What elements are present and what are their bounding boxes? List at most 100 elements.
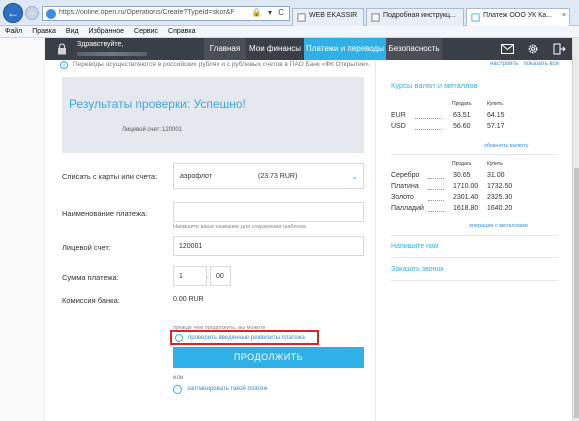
tab-label: Подробная инструкц... <box>383 12 456 19</box>
order-call-link[interactable]: Заказать звонок <box>391 266 443 273</box>
result-account-label: Лицевой счет: <box>122 127 162 133</box>
check-icon <box>175 334 183 342</box>
currency-sell: 64.15 <box>487 112 505 119</box>
continue-button[interactable]: ПРОДОЛЖИТЬ <box>173 347 364 368</box>
rates-sidebar: настроить показать все Курсы валют и мет… <box>375 60 572 421</box>
currency-buy-header: Продать <box>452 101 472 107</box>
dotted-leader <box>428 189 444 190</box>
currency-name: EUR <box>391 112 406 119</box>
scrollbar-thumb[interactable] <box>574 168 579 418</box>
metal-sell-header: Купить <box>487 161 503 167</box>
schedule-payment-link[interactable]: запланировать такой платеж <box>187 386 267 392</box>
divider <box>391 280 558 281</box>
tab-label: Платеж ООО УК Ка... <box>483 12 552 19</box>
nav-home[interactable]: Главная <box>204 38 246 60</box>
currency-buy: 56.60 <box>453 123 471 130</box>
configure-link[interactable]: настроить <box>490 61 518 67</box>
chevron-down-icon[interactable]: ⌄ <box>351 172 358 181</box>
amount-label: Сумма платежа: <box>62 273 119 282</box>
close-tab-icon[interactable]: × <box>562 12 566 19</box>
greeting-text: Здравствуйте, <box>77 41 124 48</box>
nav-security[interactable]: Безопасность <box>386 38 442 60</box>
check-details-link[interactable]: проверить введенные реквизиты платежа <box>170 330 319 345</box>
amount-rub-input[interactable]: 1 <box>173 266 207 286</box>
menu-favorites[interactable]: Избранное <box>84 27 129 36</box>
dotted-leader <box>428 200 444 201</box>
forward-button[interactable]: → <box>25 6 39 20</box>
tab-instruction[interactable]: Подробная инструкц... <box>366 8 464 26</box>
metal-name: Золото <box>391 194 414 201</box>
check-result-title: Результаты проверки: Успешно! <box>69 97 246 111</box>
payment-name-hint: Напишите ваше название для сохранения ша… <box>173 224 306 230</box>
nav-finances[interactable]: Мои финансы <box>246 38 304 60</box>
address-bar[interactable]: https://online.open.ru/Operations/Create… <box>42 6 290 21</box>
tab-label: WEB EKASSIR <box>309 12 358 19</box>
divider <box>391 257 558 258</box>
debit-account-balance: (23.73 RUR) <box>258 173 298 180</box>
payment-name-label: Наименование платежа: <box>62 209 148 218</box>
tab-web-ekassir[interactable]: WEB EKASSIR <box>292 8 364 26</box>
mail-icon[interactable] <box>494 38 520 60</box>
site-header: Здравствуйте, Главная Мои финансы Платеж… <box>45 38 572 60</box>
back-button[interactable]: ← <box>3 3 23 23</box>
rates-title: Курсы валют и металлов <box>391 81 478 90</box>
commission-value: 0.00 RUR <box>173 296 204 303</box>
metal-buy: 1710.00 <box>453 183 479 190</box>
debit-account-name: аэрофлот <box>180 173 212 180</box>
logout-icon[interactable] <box>546 38 572 60</box>
check-details-text[interactable]: проверить введенные реквизиты платежа <box>188 335 305 341</box>
account-label: Лицевой счет: <box>62 243 111 252</box>
dotted-leader <box>428 211 444 212</box>
payment-name-input[interactable] <box>173 202 364 222</box>
debit-account-select[interactable]: аэрофлот (23.73 RUR) ⌄ <box>173 163 364 189</box>
amount-kop-value: 00 <box>216 273 224 280</box>
or-text: или <box>173 375 184 381</box>
menu-file[interactable]: Файл <box>0 27 27 36</box>
greeting: Здравствуйте, <box>77 41 147 56</box>
account-input[interactable]: 120001 <box>173 236 364 256</box>
page-icon <box>471 13 480 22</box>
metal-operations-link[interactable]: операции с металлами <box>469 223 528 229</box>
metal-name: Серебро <box>391 172 420 179</box>
metal-sell: 1732.50 <box>487 183 513 190</box>
show-all-link[interactable]: показать все <box>523 61 559 67</box>
amount-kop-input[interactable]: 00 <box>210 266 231 286</box>
divider <box>391 235 558 236</box>
lock-icon <box>58 43 66 55</box>
metal-buy-header: Продать <box>452 161 472 167</box>
address-url[interactable]: https://online.open.ru/Operations/Create… <box>59 9 234 16</box>
header-icons <box>494 38 572 60</box>
calendar-icon <box>173 385 182 394</box>
metal-sell: 1640.20 <box>487 205 513 212</box>
currency-sell: 57.17 <box>487 123 505 130</box>
info-icon: i <box>60 61 68 69</box>
metal-buy: 2301.40 <box>453 194 479 201</box>
currency-name: USD <box>391 123 406 130</box>
menu-edit[interactable]: Правка <box>27 27 61 36</box>
gear-icon[interactable] <box>520 38 546 60</box>
menu-bar: Файл Правка Вид Избранное Сервис Справка <box>0 26 579 38</box>
metal-sell: 31.00 <box>487 172 505 179</box>
nav-payments[interactable]: Платежи и переводы <box>304 38 386 60</box>
main-nav: Главная Мои финансы Платежи и переводы Б… <box>204 38 442 60</box>
vertical-scrollbar[interactable] <box>572 38 579 421</box>
metal-sell: 2325.30 <box>487 194 513 201</box>
account-input-value: 120001 <box>179 243 203 250</box>
address-controls[interactable]: 🔒 ▾ C <box>252 8 286 17</box>
menu-tools[interactable]: Сервис <box>129 27 163 36</box>
menu-help[interactable]: Справка <box>163 27 200 36</box>
result-account-value: 120001 <box>162 127 183 133</box>
amount-rub-value: 1 <box>179 273 183 280</box>
write-us-link[interactable]: Напишите нам <box>391 243 439 250</box>
page-content: i Переводы осуществляются в российских р… <box>45 60 572 421</box>
debit-account-label: Списать с карты или счета: <box>62 172 158 181</box>
menu-view[interactable]: Вид <box>61 27 84 36</box>
amount-separator: . <box>207 273 209 280</box>
user-name-redacted <box>77 52 147 56</box>
tab-payment[interactable]: Платеж ООО УК Ка... × <box>466 8 570 27</box>
dotted-leader <box>415 118 442 119</box>
exchange-currency-link[interactable]: обменять валюту <box>484 143 528 149</box>
divider <box>391 154 558 155</box>
metal-name: Платина <box>391 183 419 190</box>
page-margin <box>0 38 45 421</box>
